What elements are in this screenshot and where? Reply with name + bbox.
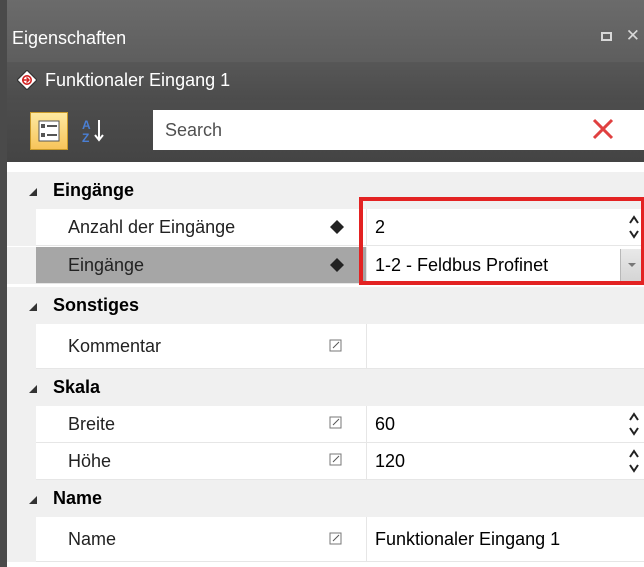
property-row[interactable]: Breite 60 [7,406,644,443]
category-eingaenge[interactable]: Eingänge [7,172,644,209]
collapse-triangle-icon[interactable] [28,381,38,399]
edit-marker-icon [329,339,343,358]
value-text[interactable]: 2 [375,217,385,238]
window-controls: ✕ [600,26,640,46]
property-name: Eingänge [68,255,145,275]
value-text[interactable]: 60 [375,414,395,435]
spinner-icon[interactable] [628,412,640,441]
property-value[interactable]: Funktionaler Eingang 1 [366,517,644,562]
property-name: Höhe [68,451,112,471]
diamond-marker-icon [329,257,345,278]
alphabetical-sort-button[interactable]: A Z [75,112,113,150]
panel-title: Eigenschaften [12,28,127,48]
clear-search-icon[interactable] [590,116,616,147]
property-name: Anzahl der Eingänge [68,217,236,237]
restore-icon[interactable] [600,31,612,41]
categorized-view-button[interactable] [30,112,68,150]
functional-input-icon [16,69,38,95]
property-row[interactable]: Anzahl der Eingänge 2 [7,209,644,246]
property-row[interactable]: Name Funktionaler Eingang 1 [7,517,644,562]
panel-toolbar: A Z Search [7,100,644,162]
sort-az-icon: A Z [82,118,104,145]
object-name-label: Funktionaler Eingang 1 [45,70,231,90]
value-text[interactable]: 1-2 - Feldbus Profinet [375,255,548,276]
property-row[interactable]: Kommentar [7,324,644,369]
category-label: Sonstiges [53,295,140,315]
property-name: Name [68,529,117,549]
property-name: Breite [68,414,116,434]
property-value[interactable]: 60 [366,406,644,443]
category-label: Eingänge [53,180,135,200]
collapse-triangle-icon[interactable] [28,184,38,202]
collapse-triangle-icon[interactable] [28,492,38,510]
edit-marker-icon [329,416,343,435]
category-label: Name [53,488,103,508]
selected-object-header: Funktionaler Eingang 1 [7,62,644,100]
value-text[interactable]: Funktionaler Eingang 1 [375,529,560,550]
edit-marker-icon [329,532,343,551]
svg-text:A: A [82,118,91,132]
value-text[interactable]: 120 [375,451,405,472]
spinner-icon[interactable] [628,215,640,244]
collapse-triangle-icon[interactable] [28,299,38,317]
search-placeholder: Search [165,120,223,140]
chevron-down-icon [628,263,636,267]
property-row[interactable]: Höhe 120 [7,443,644,480]
spinner-icon[interactable] [628,449,640,478]
svg-text:Z: Z [82,131,89,145]
property-name: Kommentar [68,336,162,356]
property-value[interactable] [366,324,644,369]
edit-marker-icon [329,453,343,472]
property-value-dropdown[interactable]: 1-2 - Feldbus Profinet [366,247,644,284]
property-value[interactable]: 120 [366,443,644,480]
category-label: Skala [53,377,101,397]
property-value[interactable]: 2 [366,209,644,246]
property-grid: Eingänge Anzahl der Eingänge 2 Eingänge … [7,162,644,567]
property-row-selected[interactable]: Eingänge 1-2 - Feldbus Profinet [7,247,644,284]
category-sonstiges[interactable]: Sonstiges [7,287,644,324]
close-icon[interactable]: ✕ [626,26,640,46]
diamond-marker-icon [329,219,345,240]
property-search-input[interactable]: Search [153,110,644,150]
categorized-icon [38,120,60,142]
dropdown-button[interactable] [620,249,644,282]
category-skala[interactable]: Skala [7,369,644,406]
category-name[interactable]: Name [7,480,644,517]
